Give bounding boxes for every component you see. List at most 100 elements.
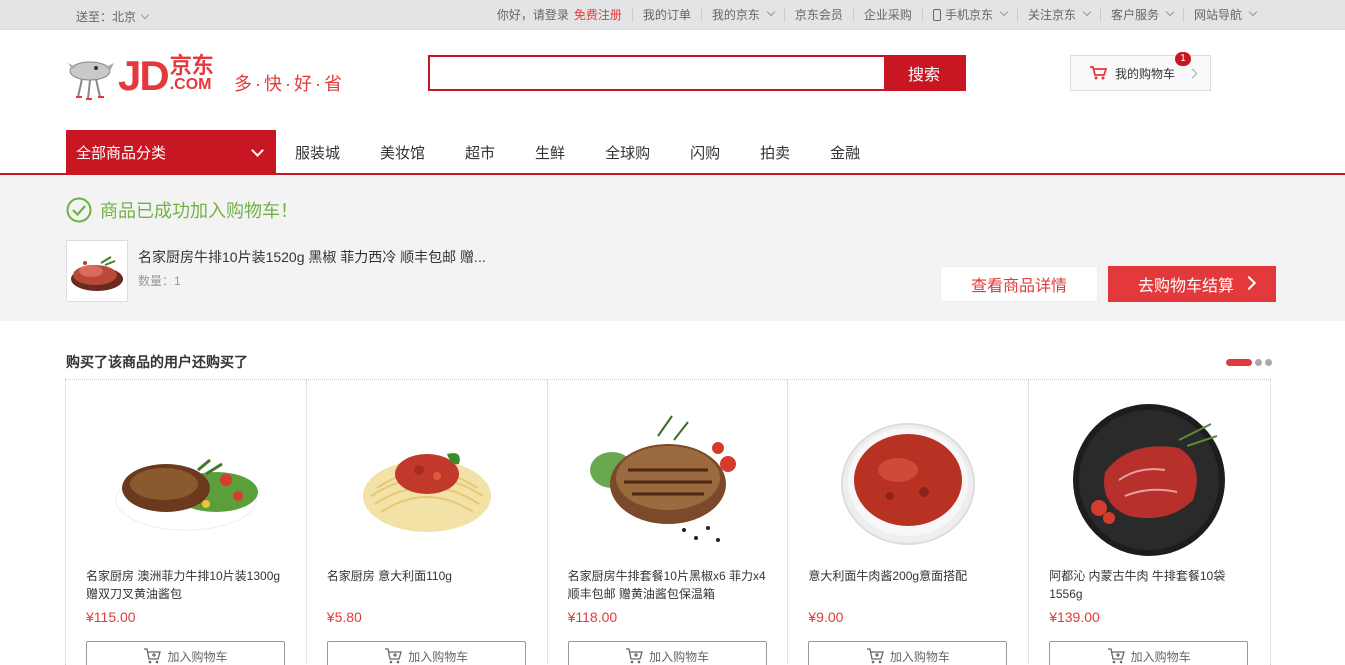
product-card: 名家厨房牛排套餐10片黑椒x6 菲力x4 顺丰包邮 赠黄油酱包保温箱 ¥118.…	[548, 380, 789, 665]
nav-link-beauty[interactable]: 美妆馆	[380, 142, 425, 163]
product-name[interactable]: 名家厨房 澳洲菲力牛排10片装1300g 赠双刀叉黄油酱包	[86, 567, 286, 603]
check-circle-icon	[66, 197, 92, 223]
product-card: 名家厨房 意大利面110g ¥5.80 加入购物车	[307, 380, 548, 665]
location-selector[interactable]: 送至：北京	[76, 8, 150, 25]
all-categories-button[interactable]: 全部商品分类	[66, 130, 276, 175]
steak-salad-image[interactable]	[106, 400, 266, 560]
meat-sauce-image[interactable]	[828, 400, 988, 560]
search-input[interactable]	[430, 57, 884, 89]
chevron-down-icon	[999, 7, 1009, 17]
customer-service-menu[interactable]: 客户服务	[1099, 7, 1183, 22]
cart-add-icon	[1107, 648, 1125, 664]
spaghetti-image[interactable]	[347, 400, 507, 560]
chevron-down-icon	[140, 10, 150, 20]
pager-dot[interactable]	[1255, 359, 1262, 366]
site-nav-menu[interactable]: 网站导航	[1182, 7, 1266, 22]
product-name[interactable]: 名家厨房 意大利面110g	[327, 567, 527, 585]
chevron-right-icon	[1187, 68, 1198, 79]
cart-add-icon	[866, 648, 884, 664]
my-orders-link[interactable]: 我的订单	[631, 8, 701, 22]
nav-link-global[interactable]: 全球购	[605, 142, 650, 163]
location-label: 送至：北京	[76, 10, 137, 24]
product-name[interactable]: 意大利面牛肉酱200g意面搭配	[808, 567, 1008, 585]
cart-add-icon	[385, 648, 403, 664]
nav-link-finance[interactable]: 金融	[830, 142, 860, 163]
add-to-cart-label: 加入购物车	[1130, 649, 1191, 664]
cart-count-badge: 1	[1175, 52, 1191, 66]
cart-add-icon	[144, 648, 162, 664]
chevron-down-icon	[1082, 7, 1092, 17]
logo-cn-top: 京东	[169, 53, 214, 78]
product-price: ¥9.00	[808, 609, 844, 625]
add-to-cart-button[interactable]: 加入购物车	[326, 641, 526, 665]
enterprise-link[interactable]: 企业采购	[852, 8, 922, 22]
nav-link-auction[interactable]: 拍卖	[760, 142, 790, 163]
add-to-cart-button[interactable]: 加入购物车	[1049, 641, 1249, 665]
product-name[interactable]: 阿都沁 内蒙古牛肉 牛排套餐10袋1556g	[1049, 567, 1249, 603]
my-jd-menu[interactable]: 我的京东	[700, 7, 784, 22]
add-to-cart-label: 加入购物车	[408, 649, 469, 664]
add-to-cart-label: 加入购物车	[889, 649, 950, 664]
logo-jd-text: JD	[118, 52, 170, 99]
follow-jd-menu[interactable]: 关注京东	[1016, 7, 1100, 22]
product-card: 名家厨房 澳洲菲力牛排10片装1300g 赠双刀叉黄油酱包 ¥115.00 加入…	[66, 380, 307, 665]
checkout-button[interactable]: 去购物车结算	[1108, 266, 1276, 302]
logo-cn: 京东 .COM	[170, 55, 214, 93]
chevron-down-icon	[251, 144, 264, 157]
slogan: 多·快·好·省	[234, 74, 345, 94]
my-orders-label: 我的订单	[642, 8, 691, 22]
product-price: ¥115.00	[86, 609, 136, 625]
checkout-label: 去购物车结算	[1138, 278, 1235, 295]
add-to-cart-button[interactable]: 加入购物车	[808, 641, 1008, 665]
steak-image	[71, 256, 123, 291]
success-message: 商品已成功加入购物车！	[100, 201, 298, 221]
chevron-right-icon	[1241, 275, 1257, 291]
jd-logo[interactable]: JD 京东 .COM	[66, 52, 214, 104]
jd-member-label: 京东会员	[794, 8, 843, 22]
search-button[interactable]: 搜索	[884, 57, 964, 89]
add-to-cart-button[interactable]: 加入购物车	[567, 641, 767, 665]
raw-beef-image[interactable]	[1069, 400, 1229, 560]
main-nav: 全部商品分类 服装城 美妆馆 超市 生鲜 全球购 闪购 拍卖 金融	[0, 130, 1345, 175]
chevron-down-icon	[1165, 7, 1175, 17]
added-product-quantity: 数量：1	[138, 274, 181, 288]
product-card: 意大利面牛肉酱200g意面搭配 ¥9.00 加入购物车	[788, 380, 1030, 665]
product-price: ¥5.80	[326, 609, 362, 625]
site-nav-label: 网站导航	[1193, 8, 1242, 22]
pager-dot[interactable]	[1265, 359, 1272, 366]
product-card: 阿都沁 内蒙古牛肉 牛排套餐10袋1556g ¥139.00 加入购物车	[1029, 380, 1270, 665]
nav-link-flash[interactable]: 闪购	[690, 142, 720, 163]
nav-link-fresh[interactable]: 生鲜	[535, 142, 565, 163]
nav-link-clothing[interactable]: 服装城	[295, 142, 340, 163]
grilled-steak-image[interactable]	[588, 400, 748, 560]
jd-member-link[interactable]: 京东会员	[783, 8, 853, 22]
mobile-jd-label: 手机京东	[944, 8, 993, 22]
success-title: 商品已成功加入购物车！	[66, 197, 298, 223]
product-name[interactable]: 名家厨房牛排套餐10片黑椒x6 菲力x4 顺丰包邮 赠黄油酱包保温箱	[568, 567, 768, 603]
product-price: ¥139.00	[1049, 609, 1100, 625]
phone-icon	[932, 9, 941, 21]
search-bar: 搜索	[428, 55, 966, 91]
jd-mascot-icon	[68, 61, 114, 100]
my-cart-button[interactable]: 我的购物车 1	[1070, 52, 1211, 91]
product-thumbnail[interactable]	[66, 240, 128, 302]
mobile-jd-menu[interactable]: 手机京东	[921, 7, 1017, 22]
register-link[interactable]: 免费注册	[574, 8, 622, 22]
added-product-name[interactable]: 名家厨房牛排10片装1520g 黑椒 菲力西冷 顺丰包邮 赠...	[138, 247, 486, 267]
logo-cn-bottom: .COM	[169, 76, 212, 93]
recommend-title: 购买了该商品的用户还购买了	[66, 354, 248, 370]
view-detail-button[interactable]: 查看商品详情	[940, 266, 1098, 302]
chevron-down-icon	[1248, 7, 1258, 17]
cart-label: 我的购物车	[1115, 66, 1176, 81]
nav-link-supermarket[interactable]: 超市	[465, 142, 495, 163]
pager-dot[interactable]	[1226, 359, 1252, 366]
cart-icon	[1090, 66, 1107, 80]
add-to-cart-button[interactable]: 加入购物车	[86, 641, 285, 665]
add-success-panel: 商品已成功加入购物车！ 名家厨房牛排10片装1520g 黑椒 菲力西冷 顺丰包邮…	[0, 175, 1345, 321]
recommend-grid: 名家厨房 澳洲菲力牛排10片装1300g 赠双刀叉黄油酱包 ¥115.00 加入…	[65, 379, 1271, 665]
add-to-cart-label: 加入购物车	[167, 649, 228, 664]
chevron-down-icon	[766, 7, 776, 17]
follow-jd-label: 关注京东	[1027, 8, 1076, 22]
top-nav: 你好，请登录 免费注册 我的订单 我的京东 京东会员 企业采购 手机京东 关注京…	[487, 0, 1266, 30]
login-link[interactable]: 你好，请登录	[497, 8, 569, 22]
